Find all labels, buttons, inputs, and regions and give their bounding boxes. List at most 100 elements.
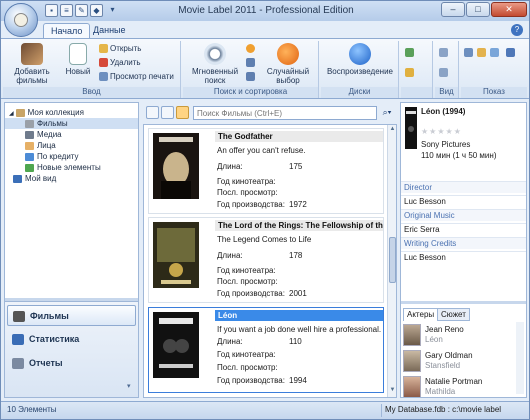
tree-item-movies[interactable]: Фильмы xyxy=(5,118,138,129)
list-scrollbar[interactable]: ▲ ▼ xyxy=(387,125,396,397)
show-pane-button[interactable] xyxy=(464,47,475,59)
search-icon[interactable]: ⌕▾ xyxy=(379,106,395,120)
close-button[interactable]: ✕ xyxy=(491,2,527,17)
group-label-settings xyxy=(401,87,432,98)
show-covers-button[interactable] xyxy=(490,47,501,59)
tree-item-new-items[interactable]: Новые элементы xyxy=(5,162,138,173)
play-button[interactable]: Воспроизведение xyxy=(323,43,397,76)
media-icon xyxy=(25,130,34,139)
movie-card-godfather[interactable]: The Godfather An offer you can't refuse.… xyxy=(148,128,384,214)
last-viewed-label: Посл. просмотр: xyxy=(217,188,278,197)
add-movies-button[interactable]: Добавить фильмы xyxy=(7,43,57,85)
sort-options-button[interactable] xyxy=(246,43,257,55)
layout-button[interactable] xyxy=(405,67,416,79)
layout-icon xyxy=(405,68,414,78)
maximize-button[interactable]: □ xyxy=(466,2,490,17)
random-pick-button[interactable]: Случайный выбор xyxy=(259,43,317,85)
group-input: Добавить фильмы Новый Открыть Удалить Пр… xyxy=(3,41,181,98)
nav-button-movies[interactable]: Фильмы xyxy=(7,305,136,326)
production-year-label: Год производства: xyxy=(217,376,285,385)
group-view: Вид xyxy=(435,41,459,98)
collection-icon xyxy=(15,108,25,117)
diamond-icon[interactable]: ◆ xyxy=(90,4,103,17)
cast-item[interactable]: Natalie Portman Mathilda xyxy=(403,376,517,397)
view-covers-icon[interactable] xyxy=(161,106,174,119)
search-input[interactable] xyxy=(193,106,377,120)
collection-tree: ◢ Моя коллекция Фильмы Медиа Лица По кред… xyxy=(5,103,138,184)
view-details-icon[interactable] xyxy=(176,106,189,119)
tree-item-loans[interactable]: По кредиту xyxy=(5,151,138,162)
group-label-view: Вид xyxy=(435,87,458,98)
cast-item[interactable]: Jean Reno Léon xyxy=(403,324,517,348)
tree-item-media[interactable]: Медиа xyxy=(5,129,138,140)
tree-item-my-view[interactable]: Мой вид xyxy=(5,173,138,184)
save-icon[interactable]: ▪ xyxy=(45,4,58,17)
new-button[interactable]: Новый xyxy=(61,43,95,76)
actor-role: Mathilda xyxy=(425,387,456,396)
movie-tagline: If you want a job done well hire a profe… xyxy=(217,325,382,334)
tree-item-people[interactable]: Лица xyxy=(5,140,138,151)
quick-search-button[interactable]: Мгновенный поиск xyxy=(185,43,245,85)
detail-splitter[interactable] xyxy=(401,301,526,304)
theater-year-label: Год кинотеатра: xyxy=(217,350,276,359)
edit-icon[interactable]: ✎ xyxy=(75,4,88,17)
cast-item[interactable]: Gary Oldman Stansfield xyxy=(403,350,517,374)
open-button[interactable]: Открыть xyxy=(99,43,141,55)
movie-card-leon[interactable]: Léon If you want a job done well hire a … xyxy=(148,307,384,393)
scroll-up-icon[interactable]: ▲ xyxy=(389,126,396,134)
window-title: Movie Label 2011 - Professional Edition xyxy=(178,5,354,16)
tree-item-collection[interactable]: ◢ Моя коллекция xyxy=(5,107,138,118)
actor-role: Léon xyxy=(425,335,443,344)
tab-actors[interactable]: Актеры xyxy=(403,308,439,321)
writing-heading[interactable]: Writing Credits xyxy=(401,237,526,249)
minimize-button[interactable]: – xyxy=(441,2,465,17)
collapse-icon[interactable]: ◢ xyxy=(9,111,14,117)
music-heading[interactable]: Original Music xyxy=(401,209,526,221)
tab-home[interactable]: Начало xyxy=(43,23,91,39)
actor-photo xyxy=(403,350,421,372)
people-icon xyxy=(25,141,34,150)
director-heading[interactable]: Director xyxy=(401,181,526,193)
myview-icon xyxy=(13,174,22,183)
help-icon[interactable]: ? xyxy=(511,24,523,36)
print-preview-button[interactable]: Просмотр печати xyxy=(99,71,174,83)
view-list-button[interactable] xyxy=(439,67,450,79)
application-menu-button[interactable] xyxy=(4,3,38,37)
cast-scrollbar[interactable] xyxy=(516,322,524,394)
nav-button-reports[interactable]: Отчеты xyxy=(7,353,136,374)
checklist-button[interactable] xyxy=(405,47,416,59)
last-viewed-label: Посл. просмотр: xyxy=(217,277,278,286)
detail-title: Léon (1994) xyxy=(421,107,466,116)
view-grid-button[interactable] xyxy=(439,47,450,59)
production-year-value: 2001 xyxy=(289,289,307,298)
nav-button-statistics[interactable]: Статистика xyxy=(7,329,136,350)
more-chevron-icon[interactable]: ▾ xyxy=(127,382,131,390)
tab-plot[interactable]: Сюжет xyxy=(437,308,470,321)
production-year-value: 1994 xyxy=(289,376,307,385)
delete-button[interactable]: Удалить xyxy=(99,57,141,69)
status-bar: 10 Элементы My Database.fdb : c:\movie l… xyxy=(1,401,529,419)
customize-chevron-icon[interactable]: ▾ xyxy=(106,4,119,17)
sort-descending-button[interactable] xyxy=(246,71,257,83)
print-preview-icon xyxy=(99,72,108,82)
group-label-input: Ввод xyxy=(3,87,180,98)
show-details-button[interactable] xyxy=(477,47,488,59)
length-value: 110 xyxy=(289,337,302,346)
tab-data[interactable]: Данные xyxy=(86,23,133,39)
item-count: 10 Элементы xyxy=(7,405,57,414)
folder-icon xyxy=(99,44,108,54)
film-reel-icon xyxy=(14,13,28,27)
list-icon[interactable]: ≡ xyxy=(60,4,73,17)
show-toggle-button[interactable] xyxy=(506,47,517,59)
movie-card-lotr[interactable]: The Lord of the Rings: The Fellowship of… xyxy=(148,217,384,303)
scroll-down-icon[interactable]: ▼ xyxy=(389,387,396,395)
detail-poster-image xyxy=(405,107,417,149)
sort-ascending-button[interactable] xyxy=(246,57,257,69)
scroll-thumb[interactable] xyxy=(389,237,396,283)
rating-stars[interactable]: ★★★★★ xyxy=(421,127,462,136)
app-window: ▪ ≡ ✎ ◆ ▾ Movie Label 2011 - Professiona… xyxy=(0,0,530,420)
runtime: 110 мин (1 ч 50 мин) xyxy=(421,151,497,160)
view-cards-icon[interactable] xyxy=(146,106,159,119)
poster-image xyxy=(153,222,199,288)
actor-name: Jean Reno xyxy=(425,325,464,334)
